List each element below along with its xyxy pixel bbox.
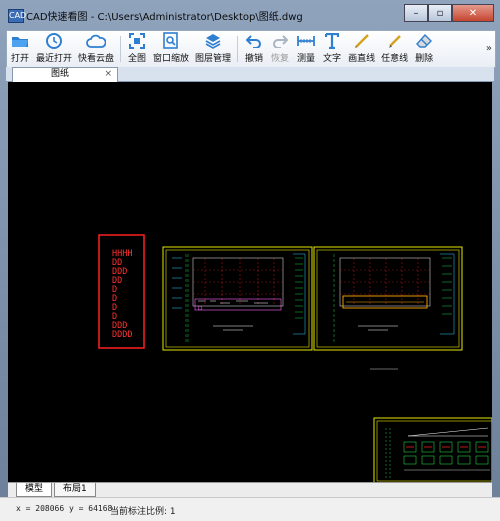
layers-label: 图层管理: [195, 54, 232, 64]
window-title: CAD快速看图 - C:\Users\Administrator\Desktop…: [26, 12, 303, 23]
redo-label: 恢复: [271, 54, 290, 64]
layers-button[interactable]: 图层管理: [192, 32, 234, 66]
eraser-icon: [414, 32, 434, 50]
undo-label: 撤销: [245, 54, 264, 64]
cloud-button[interactable]: 快看云盘: [75, 32, 117, 66]
delete-button[interactable]: 删除: [411, 32, 437, 66]
text-button[interactable]: 文字: [319, 32, 345, 66]
legend-block: HHHH DD DDD DD D D D D DDD DDDD: [98, 234, 145, 349]
toolbar-divider: [237, 36, 239, 62]
undo-icon: [244, 32, 264, 50]
freehand-label: 任意线: [381, 54, 409, 64]
freehand-icon: [385, 32, 405, 50]
legend-line: DDDD: [112, 330, 132, 340]
line-label: 画直线: [348, 54, 376, 64]
redo-icon: [270, 32, 290, 50]
layout-tabstrip: 模型 布局1: [8, 482, 492, 497]
app-logo-icon: CAD: [8, 9, 26, 23]
layers-icon: [203, 32, 223, 50]
drawing-canvas[interactable]: HHHH DD DDD DD D D D D DDD DDDD: [8, 82, 492, 482]
close-tab-icon[interactable]: ×: [104, 68, 112, 81]
zoom-window-icon: [161, 32, 181, 50]
annotation-scale: 当前标注比例: 1: [110, 507, 176, 517]
app-window: CAD CAD快速看图 - C:\Users\Administrator\Des…: [0, 0, 500, 521]
delete-label: 删除: [415, 54, 434, 64]
maximize-button[interactable]: ▫: [428, 4, 452, 22]
model-tab[interactable]: 模型: [16, 483, 53, 497]
zoom-window-button[interactable]: 窗口缩放: [150, 32, 192, 66]
layout1-tab[interactable]: 布局1: [54, 483, 96, 497]
document-tab-label: 图纸: [51, 69, 70, 79]
window-controls: – ▫ ✕: [404, 4, 494, 22]
status-bar: x = 208066 y = 64168 当前标注比例: 1: [0, 497, 500, 521]
main-toolbar: 打开 最近打开 快看云盘 全图 窗口缩放 图层管理 撤销 恢复 测量 文字 画直…: [6, 30, 496, 68]
title-bar: CAD CAD快速看图 - C:\Users\Administrator\Des…: [0, 0, 500, 30]
line-icon: [352, 32, 372, 50]
maximize-icon: ▫: [436, 7, 444, 19]
toolbar-expand-icon[interactable]: »: [486, 43, 492, 54]
recent-clock-icon: [44, 32, 64, 50]
open-label: 打开: [10, 54, 29, 64]
close-button[interactable]: ✕: [452, 4, 494, 22]
document-tabstrip: 图纸 ×: [6, 67, 494, 82]
undo-button[interactable]: 撤销: [241, 32, 267, 66]
fit-all-label: 全图: [128, 54, 147, 64]
measure-icon: [296, 32, 316, 50]
measure-button[interactable]: 测量: [293, 32, 319, 66]
cursor-coordinates: x = 208066 y = 64168: [16, 504, 113, 513]
close-icon: ✕: [468, 7, 478, 19]
text-label: 文字: [323, 54, 342, 64]
folder-open-icon: [10, 32, 30, 50]
right-drawing-sheet: [313, 246, 463, 351]
zoom-window-label: 窗口缩放: [153, 54, 190, 64]
recent-label: 最近打开: [36, 54, 73, 64]
recent-button[interactable]: 最近打开: [33, 32, 75, 66]
redo-button[interactable]: 恢复: [267, 32, 293, 66]
cloud-label: 快看云盘: [78, 54, 115, 64]
svg-text:HHHHDDDDDDDDDDDDDDDDDD: HHHH DD DDD DD D D D D DDD DDDD: [112, 249, 132, 340]
minimize-icon: –: [413, 7, 419, 19]
partial-drawing-sheet: [373, 417, 492, 482]
fit-all-icon: [127, 32, 147, 50]
open-button[interactable]: 打开: [7, 32, 33, 66]
freehand-button[interactable]: 任意线: [378, 32, 411, 66]
toolbar-divider: [120, 36, 122, 62]
cloud-icon: [86, 32, 107, 50]
left-drawing-sheet: [162, 246, 313, 351]
minimize-button[interactable]: –: [404, 4, 428, 22]
text-icon: [322, 32, 342, 50]
fit-all-button[interactable]: 全图: [124, 32, 150, 66]
measure-label: 测量: [297, 54, 316, 64]
document-tab[interactable]: 图纸 ×: [12, 67, 118, 82]
line-button[interactable]: 画直线: [345, 32, 378, 66]
